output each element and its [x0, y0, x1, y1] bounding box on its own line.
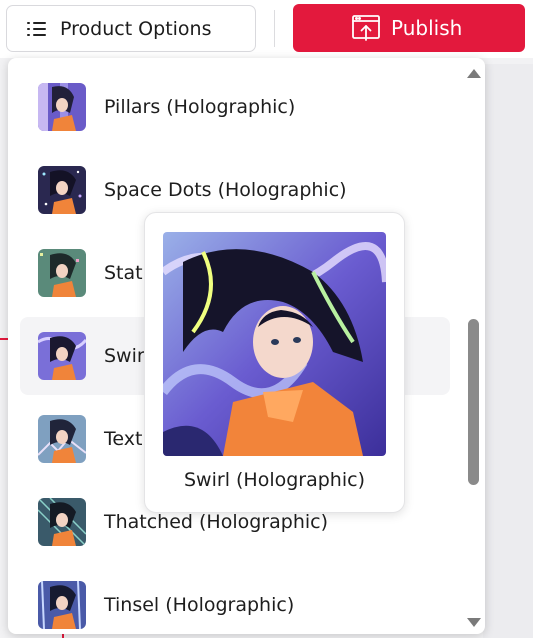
- publish-label: Publish: [391, 16, 463, 40]
- texture-thumbnail: [38, 415, 86, 463]
- option-label: Tinsel (Holographic): [104, 594, 295, 616]
- background-panel: [483, 64, 533, 638]
- pillars-thumbnail: [38, 83, 86, 131]
- option-label: Pillars (Holographic): [104, 96, 296, 118]
- thatched-thumbnail: [38, 498, 86, 546]
- triangle-up-icon[interactable]: [466, 64, 482, 78]
- triangle-down-icon[interactable]: [466, 614, 482, 627]
- swirl-preview-image: [163, 232, 386, 456]
- top-toolbar: Product Options Publish: [0, 0, 533, 58]
- upload-window-icon: [351, 13, 381, 43]
- static-thumbnail: [38, 249, 86, 297]
- app-stage: Product Options Publish Pillars (Hologra…: [0, 0, 533, 638]
- toolbar-divider: [274, 10, 275, 47]
- dropdown-scrollbar-thumb[interactable]: [468, 319, 479, 485]
- option-item-pillars[interactable]: Pillars (Holographic): [20, 68, 450, 146]
- product-options-button[interactable]: Product Options: [6, 5, 256, 52]
- swirl-thumbnail: [38, 332, 86, 380]
- option-label: Text: [104, 428, 143, 450]
- space-dots-thumbnail: [38, 166, 86, 214]
- tinsel-thumbnail: [38, 581, 86, 629]
- list-icon: [27, 21, 47, 37]
- product-options-label: Product Options: [60, 17, 212, 40]
- option-label: Stat: [104, 262, 143, 284]
- option-label: Space Dots (Holographic): [104, 179, 347, 201]
- preview-label: Swirl (Holographic): [184, 469, 365, 491]
- option-label: Swir: [104, 345, 145, 367]
- option-preview-popover: Swirl (Holographic): [144, 212, 405, 513]
- publish-button[interactable]: Publish: [293, 4, 525, 52]
- option-label: Thatched (Holographic): [104, 511, 329, 533]
- option-item-tinsel[interactable]: Tinsel (Holographic): [20, 566, 450, 634]
- background-accent: [0, 338, 8, 340]
